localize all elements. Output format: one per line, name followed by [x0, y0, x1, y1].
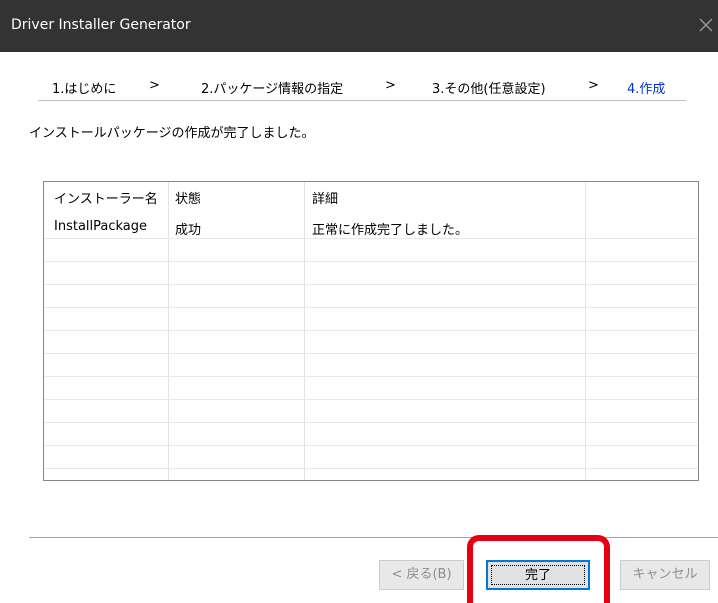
row-line — [44, 399, 698, 400]
column-divider — [168, 182, 169, 480]
title-bar: Driver Installer Generator — [0, 0, 718, 52]
column-header-details[interactable]: 詳細 — [312, 188, 338, 207]
step-separator: > — [385, 78, 396, 93]
cell-status: 成功 — [175, 223, 202, 238]
column-divider — [585, 182, 586, 480]
wizard-steps: 1.はじめに > 2.パッケージ情報の指定 > 3.その他(任意設定) > 4.… — [0, 78, 718, 100]
steps-underline — [38, 100, 686, 101]
column-divider — [304, 182, 305, 480]
row-line — [44, 238, 698, 239]
row-line — [44, 330, 698, 331]
step-intro: 1.はじめに — [52, 82, 117, 97]
step-package-info: 2.パッケージ情報の指定 — [201, 82, 344, 97]
close-icon[interactable] — [694, 13, 718, 37]
row-line — [44, 422, 698, 423]
column-header-status[interactable]: 状態 — [175, 188, 201, 207]
table-header: インストーラー名 状態 詳細 — [44, 182, 698, 207]
highlight-annotation — [467, 535, 610, 603]
cell-details: 正常に作成完了しました。 — [312, 223, 469, 238]
row-line — [44, 307, 698, 308]
footer-divider — [29, 537, 718, 538]
step-separator: > — [149, 78, 160, 93]
row-line — [44, 284, 698, 285]
completion-message: インストールパッケージの作成が完了しました。 — [29, 126, 315, 141]
step-separator: > — [588, 78, 599, 93]
row-line — [44, 353, 698, 354]
cancel-button[interactable]: キャンセル — [620, 560, 710, 590]
row-line — [44, 261, 698, 262]
back-button[interactable]: < 戻る(B) — [379, 560, 464, 590]
column-header-installer-name[interactable]: インストーラー名 — [54, 188, 158, 207]
window-title: Driver Installer Generator — [11, 17, 191, 33]
cell-installer-name: InstallPackage — [54, 219, 148, 234]
row-line — [44, 376, 698, 377]
step-create: 4.作成 — [627, 82, 666, 97]
step-other-settings: 3.その他(任意設定) — [432, 82, 546, 97]
row-line — [44, 468, 698, 469]
results-table[interactable]: インストーラー名 状態 詳細 InstallPackage 成功 正常に作成完了… — [43, 181, 699, 481]
row-line — [44, 445, 698, 446]
